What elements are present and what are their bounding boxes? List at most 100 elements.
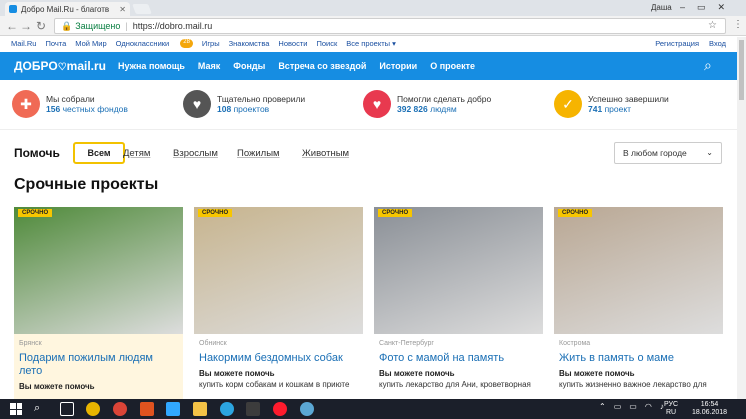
project-photo[interactable] [554, 207, 723, 334]
project-photo[interactable] [374, 207, 543, 334]
filter-children[interactable]: Детям [123, 148, 150, 159]
project-photo[interactable] [194, 207, 363, 334]
close-tab-icon[interactable]: ✕ [119, 5, 126, 14]
filter-adults[interactable]: Взрослым [173, 148, 218, 159]
chrome-icon[interactable] [86, 402, 100, 416]
browser-tab[interactable]: Добро Mail.Ru - благотв ✕ [5, 2, 130, 16]
chrome-active-icon[interactable] [113, 402, 127, 416]
network-icon[interactable]: ▭ [614, 402, 622, 411]
filter-bar: Помочь Всем Детям Взрослым Пожилым Живот… [14, 142, 724, 164]
chevron-down-icon: ⌄ [706, 148, 713, 157]
system-tray: ⌃ ▭ ▭ ◠ ♪ [599, 402, 664, 411]
scrollbar-thumb[interactable] [739, 40, 744, 100]
project-title[interactable]: Накормим бездомных собак [199, 352, 358, 365]
nav-item-3[interactable]: Встреча со звездой [278, 61, 366, 71]
clock[interactable]: 16:54 18.06.2018 [692, 401, 727, 417]
language-indicator[interactable]: РУС RU [664, 401, 678, 417]
search-taskbar-icon[interactable]: ⌕ [34, 402, 48, 416]
nav-item-0[interactable]: Нужна помощь [118, 61, 185, 71]
app2-icon[interactable] [300, 402, 314, 416]
site-logo[interactable]: ДОБРО♡mail.ru [14, 59, 106, 73]
portal-link-6[interactable]: Новости [278, 39, 307, 48]
project-title[interactable]: Подарим пожилым людям лето [19, 352, 178, 378]
filter-animals[interactable]: Животным [302, 148, 349, 159]
project-city: Брянск [19, 340, 42, 347]
register-link[interactable]: Регистрация [655, 39, 699, 48]
portal-link-4[interactable]: Игры [202, 39, 220, 48]
heart-logo-icon: ♡ [57, 62, 67, 73]
project-description: купить корм собакам и кошкам в приюте [199, 380, 350, 389]
address-field[interactable]: 🔒 Защищено | https://dobro.mail.ru ☆ [54, 18, 726, 34]
portal-link-5[interactable]: Знакомства [229, 39, 270, 48]
task-view-icon[interactable] [60, 402, 74, 416]
stat-label: Успешно завершили [588, 94, 669, 104]
project-title[interactable]: Жить в память о маме [559, 352, 718, 365]
folder-icon[interactable] [193, 402, 207, 416]
app-icon[interactable] [140, 402, 154, 416]
main-nav: Нужна помощь Маяк Фонды Встреча со звездой И… [118, 61, 475, 71]
project-help-label: Вы можете помочь [199, 369, 275, 378]
portal-link-3[interactable]: Одноклассники [116, 39, 170, 48]
new-tab-button[interactable] [132, 4, 152, 14]
project-city: Кострома [559, 340, 591, 347]
portal-link-2[interactable]: Мой Мир [75, 39, 106, 48]
project-description: купить лекарство для Ани, кроветворная [379, 380, 531, 389]
nav-item-1[interactable]: Маяк [198, 61, 220, 71]
filter-all-button[interactable]: Всем [73, 142, 125, 164]
portal-link-7[interactable]: Поиск [316, 39, 337, 48]
windows-start-icon[interactable] [10, 403, 22, 415]
project-card[interactable]: СРОЧНО Санкт-Петербург Фото с мамой на пам… [374, 207, 543, 399]
back-icon[interactable]: ← [6, 19, 18, 33]
project-card-body: Кострома Жить в память о маме Вы можете по… [554, 334, 723, 399]
project-card[interactable]: СРОЧНО Обнинск Накормим бездомных собак Вы … [194, 207, 363, 399]
portal-link-0[interactable]: Mail.Ru [11, 39, 36, 48]
stats-strip: ✚ Мы собрали 156 честных фондов ♥ Тщательно … [0, 80, 737, 130]
project-title[interactable]: Фото с мамой на память [379, 352, 538, 365]
media-icon[interactable] [246, 402, 260, 416]
telegram-icon[interactable] [220, 402, 234, 416]
nav-item-4[interactable]: Истории [379, 61, 417, 71]
clock-time: 16:54 [700, 401, 719, 408]
battery-icon[interactable]: ▭ [629, 402, 637, 411]
browser-tabstrip: Добро Mail.Ru - благотв ✕ Даша – ▭ ✕ [0, 0, 746, 16]
nav-item-5[interactable]: О проекте [430, 61, 475, 71]
city-select[interactable]: В любом городе ⌄ [614, 142, 722, 164]
stat-value[interactable]: 741 проект [588, 104, 669, 114]
tray-chevron-icon[interactable]: ⌃ [599, 402, 606, 411]
minimize-icon[interactable]: – [680, 2, 685, 13]
project-card[interactable]: СРОЧНО Кострома Жить в память о маме Вы мож… [554, 207, 723, 399]
stat-item: ♥ Тщательно проверили 108 проектов [183, 90, 305, 118]
lock-icon: 🔒 [61, 20, 73, 31]
stat-value[interactable]: 156 честных фондов [46, 104, 128, 114]
nav-item-2[interactable]: Фонды [233, 61, 265, 71]
stat-value[interactable]: 392 826 людям [397, 104, 491, 114]
wifi-icon[interactable]: ◠ [645, 402, 652, 411]
stat-value[interactable]: 108 проектов [217, 104, 305, 114]
ok-count-badge: 28 [180, 39, 193, 48]
photoshop-icon[interactable] [166, 402, 180, 416]
portal-link-8[interactable]: Все проекты ▾ [346, 39, 396, 48]
search-icon[interactable]: ⌕ [704, 57, 712, 74]
profile-name[interactable]: Даша [651, 3, 672, 12]
logo-left: ДОБРО [14, 59, 58, 73]
close-window-icon[interactable]: ✕ [718, 2, 726, 13]
reload-icon[interactable]: ↻ [36, 19, 46, 33]
project-city: Обнинск [199, 340, 227, 347]
bookmark-star-icon[interactable]: ☆ [708, 20, 717, 31]
address-separator: | [125, 21, 128, 31]
language-line2: RU [665, 409, 677, 416]
stat-label: Помогли сделать добро [397, 94, 492, 104]
site-header: ДОБРО♡mail.ru Нужна помощь Маяк Фонды Встре… [0, 52, 737, 80]
opera-icon[interactable] [273, 402, 287, 416]
filter-elderly[interactable]: Пожилым [237, 148, 280, 159]
portal-link-1[interactable]: Почта [45, 39, 66, 48]
maximize-icon[interactable]: ▭ [697, 2, 706, 13]
stat-label: Тщательно проверили [217, 94, 306, 104]
login-link[interactable]: Вход [709, 39, 726, 48]
project-help-label: Вы можете помочь [559, 369, 635, 378]
lifebuoy-icon: ✚ [12, 90, 40, 118]
forward-icon[interactable]: → [20, 19, 32, 33]
browser-menu-icon[interactable]: ⋮ [733, 19, 743, 30]
project-photo[interactable] [14, 207, 183, 334]
project-card[interactable]: СРОЧНО Брянск Подарим пожилым людям лето Вы… [14, 207, 183, 399]
